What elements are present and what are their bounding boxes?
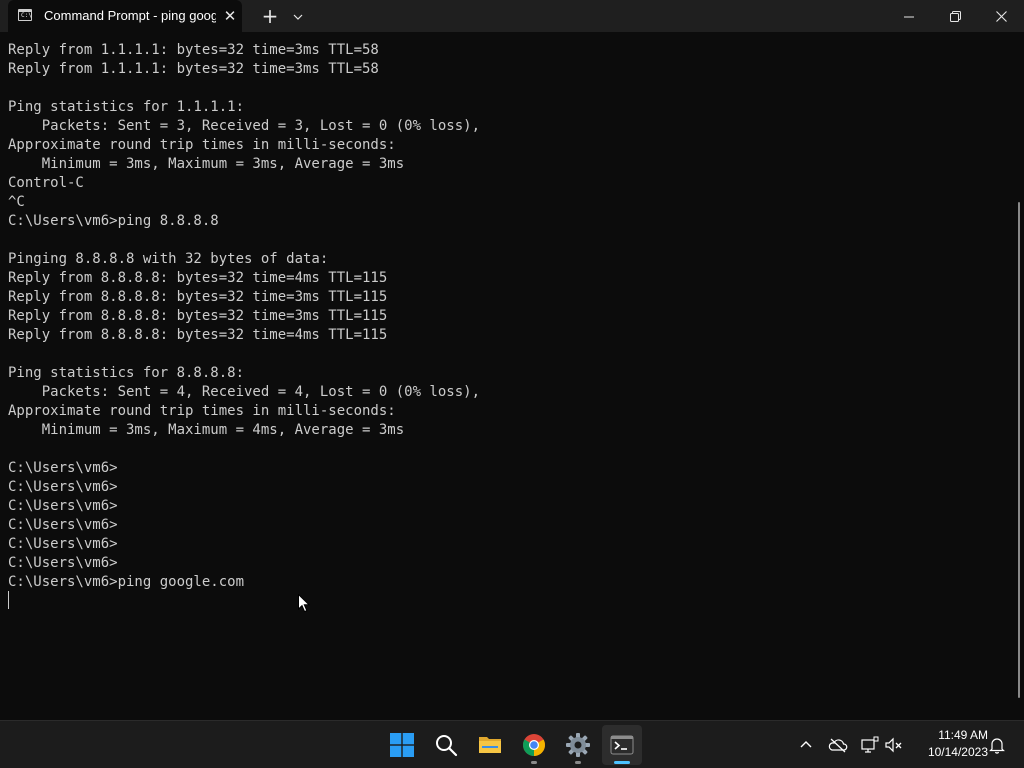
terminal-line: C:\Users\vm6>ping google.com — [8, 574, 245, 590]
terminal-line: Packets: Sent = 4, Received = 4, Lost = … — [8, 384, 481, 400]
terminal-line: ^C — [8, 194, 25, 210]
tab-command-prompt[interactable]: C:\ Command Prompt - ping google.com ✕ — [8, 0, 242, 32]
terminal-line: Packets: Sent = 3, Received = 3, Lost = … — [8, 118, 481, 134]
terminal-line: Reply from 8.8.8.8: bytes=32 time=4ms TT… — [8, 270, 388, 286]
chrome-button[interactable] — [514, 725, 554, 765]
terminal-line: Ping statistics for 1.1.1.1: — [8, 99, 245, 115]
terminal-line: Control-C — [8, 175, 84, 191]
tab-dropdown-button[interactable] — [286, 0, 310, 32]
file-explorer-button[interactable] — [470, 725, 510, 765]
terminal-line: Reply from 1.1.1.1: bytes=32 time=3ms TT… — [8, 42, 379, 58]
clock[interactable]: 11:49 AM 10/14/2023 — [912, 727, 988, 763]
start-icon — [390, 733, 414, 757]
file-explorer-icon — [479, 737, 501, 753]
terminal-line: C:\Users\vm6> — [8, 498, 118, 514]
terminal-line: Reply from 1.1.1.1: bytes=32 time=3ms TT… — [8, 61, 379, 77]
minimize-icon — [904, 16, 914, 17]
network-button[interactable] — [858, 733, 882, 757]
settings-icon — [566, 733, 590, 757]
terminal-line: Approximate round trip times in milli-se… — [8, 403, 396, 419]
volume-button[interactable] — [882, 733, 906, 757]
terminal-line: C:\Users\vm6> — [8, 555, 118, 571]
tab-title: Command Prompt - ping google.com — [44, 8, 216, 23]
clock-time: 11:49 AM — [938, 728, 988, 742]
notifications-button[interactable] — [985, 733, 1009, 757]
command-prompt-icon: C:\ — [18, 9, 32, 21]
terminal-line: C:\Users\vm6> — [8, 536, 118, 552]
command-prompt-icon-glyph: C:\ — [21, 12, 32, 19]
terminal-line: Pinging 8.8.8.8 with 32 bytes of data: — [8, 251, 329, 267]
terminal-lines: Reply from 1.1.1.1: bytes=32 time=3ms TT… — [8, 41, 480, 592]
close-button[interactable] — [978, 0, 1024, 32]
terminal-line: Minimum = 3ms, Maximum = 3ms, Average = … — [8, 156, 405, 172]
mouse-pointer-icon — [298, 593, 311, 617]
active-indicator — [614, 761, 630, 764]
text-cursor — [8, 591, 9, 609]
terminal-line: C:\Users\vm6> — [8, 479, 118, 495]
chevron-down-icon — [293, 14, 303, 20]
close-icon — [995, 11, 1007, 22]
tab-close-icon[interactable]: ✕ — [220, 6, 240, 26]
search-button[interactable] — [426, 725, 466, 765]
running-indicator — [575, 761, 581, 764]
terminal-line: C:\Users\vm6> — [8, 517, 118, 533]
terminal-line: Ping statistics for 8.8.8.8: — [8, 365, 245, 381]
taskbar: 11:49 AM 10/14/2023 — [0, 720, 1024, 768]
show-hidden-icons-button[interactable] — [794, 733, 818, 757]
terminal-line: Reply from 8.8.8.8: bytes=32 time=4ms TT… — [8, 327, 388, 343]
terminal-output[interactable]: Reply from 1.1.1.1: bytes=32 time=3ms TT… — [0, 32, 1016, 720]
terminal-line: C:\Users\vm6>ping 8.8.8.8 — [8, 213, 219, 229]
running-indicator — [531, 761, 537, 764]
start-button[interactable] — [382, 725, 422, 765]
network-icon — [861, 736, 879, 753]
terminal-line: Approximate round trip times in milli-se… — [8, 137, 396, 153]
onedrive-button[interactable] — [826, 733, 850, 757]
search-icon — [436, 735, 458, 757]
restore-icon — [949, 11, 961, 22]
new-tab-button[interactable]: + — [256, 0, 284, 32]
terminal-line: C:\Users\vm6> — [8, 460, 118, 476]
terminal-line: Reply from 8.8.8.8: bytes=32 time=3ms TT… — [8, 308, 388, 324]
minimize-button[interactable] — [886, 0, 932, 32]
volume-muted-icon — [885, 737, 902, 753]
settings-button[interactable] — [558, 725, 598, 765]
scrollbar[interactable] — [1016, 32, 1024, 720]
clock-date: 10/14/2023 — [927, 745, 988, 759]
title-bar: C:\ Command Prompt - ping google.com ✕ + — [0, 0, 1024, 32]
chevron-up-icon — [800, 741, 812, 748]
notification-bell-icon — [989, 738, 1005, 754]
chrome-icon — [523, 734, 545, 756]
onedrive-offline-icon — [828, 738, 848, 753]
terminal-line: Minimum = 3ms, Maximum = 4ms, Average = … — [8, 422, 405, 438]
terminal-icon — [610, 735, 634, 755]
restore-button[interactable] — [932, 0, 978, 32]
terminal-button[interactable] — [602, 725, 642, 765]
terminal-line: Reply from 8.8.8.8: bytes=32 time=3ms TT… — [8, 289, 388, 305]
scrollbar-thumb[interactable] — [1018, 202, 1020, 698]
